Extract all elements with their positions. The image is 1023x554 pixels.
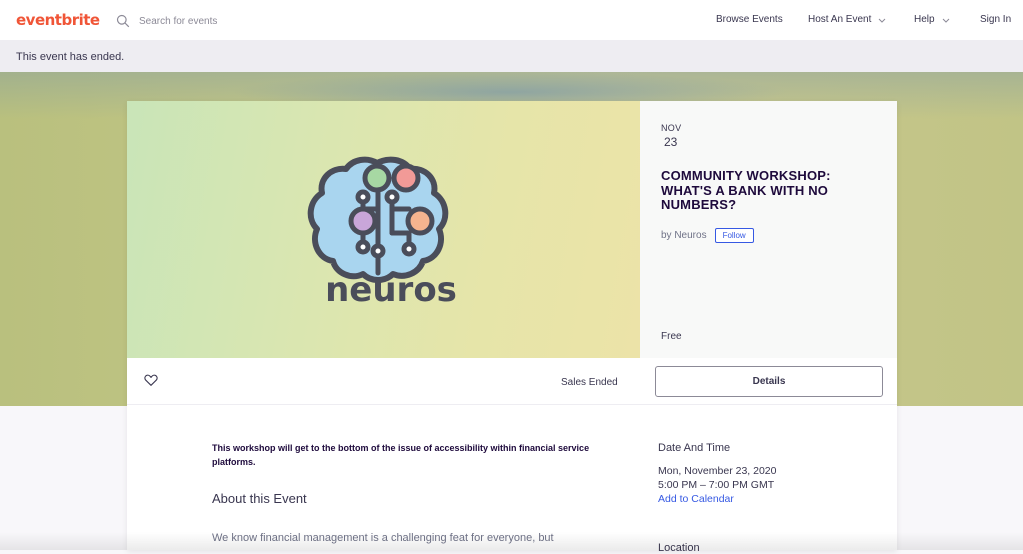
date-time-heading: Date And Time xyxy=(658,442,731,454)
chevron-down-icon xyxy=(942,16,950,24)
event-ended-text: This event has ended. xyxy=(16,51,125,63)
event-summary-text: This workshop will get to the bottom of … xyxy=(212,443,590,467)
eventbrite-logo[interactable]: eventbrite xyxy=(16,11,100,29)
event-card: neuros NOV 23 COMMUNITY WORKSHOP: WHAT'S… xyxy=(127,101,897,550)
event-summary-panel: NOV 23 COMMUNITY WORKSHOP: WHAT'S A BANK… xyxy=(640,101,897,358)
nav-help[interactable]: Help xyxy=(914,14,950,25)
nav-help-label: Help xyxy=(914,14,935,25)
nav-browse-events-label: Browse Events xyxy=(716,14,783,25)
organizer-line: by Neuros Follow xyxy=(661,228,754,243)
sales-status: Sales Ended xyxy=(561,377,618,388)
chevron-down-icon xyxy=(878,16,886,24)
details-button[interactable]: Details xyxy=(655,366,883,397)
event-date: Mon, November 23, 2020 xyxy=(658,465,777,477)
action-bar: Sales Ended Details xyxy=(127,358,897,405)
nav-browse-events[interactable]: Browse Events xyxy=(716,14,783,25)
add-to-calendar-link[interactable]: Add to Calendar xyxy=(658,493,734,505)
neuros-logo-icon: neuros xyxy=(307,156,457,310)
nav-sign-in[interactable]: Sign In xyxy=(980,14,1011,25)
location-heading: Location xyxy=(658,542,700,554)
search-icon xyxy=(116,14,130,28)
about-heading: About this Event xyxy=(212,491,307,506)
nav-host-an-event-label: Host An Event xyxy=(808,14,872,25)
event-description: We know financial management is a challe… xyxy=(212,532,554,544)
top-navigation-bar: eventbrite Search for events Browse Even… xyxy=(0,0,1023,41)
organizer-name[interactable]: by Neuros xyxy=(661,230,707,241)
event-image: neuros xyxy=(127,101,640,358)
event-month: NOV xyxy=(661,123,682,133)
event-day: 23 xyxy=(664,135,678,149)
heart-icon[interactable] xyxy=(144,373,158,387)
neuros-logo-text: neuros xyxy=(325,270,457,310)
nav-sign-in-label: Sign In xyxy=(980,14,1012,25)
search-input[interactable]: Search for events xyxy=(116,12,217,30)
nav-host-an-event[interactable]: Host An Event xyxy=(808,14,886,25)
follow-button[interactable]: Follow xyxy=(714,228,754,243)
event-title: COMMUNITY WORKSHOP: WHAT'S A BANK WITH N… xyxy=(661,168,831,212)
event-price: Free xyxy=(661,331,682,342)
event-time: 5:00 PM – 7:00 PM GMT xyxy=(658,479,775,491)
search-placeholder: Search for events xyxy=(139,15,218,27)
event-ended-banner: This event has ended. xyxy=(0,41,1023,72)
